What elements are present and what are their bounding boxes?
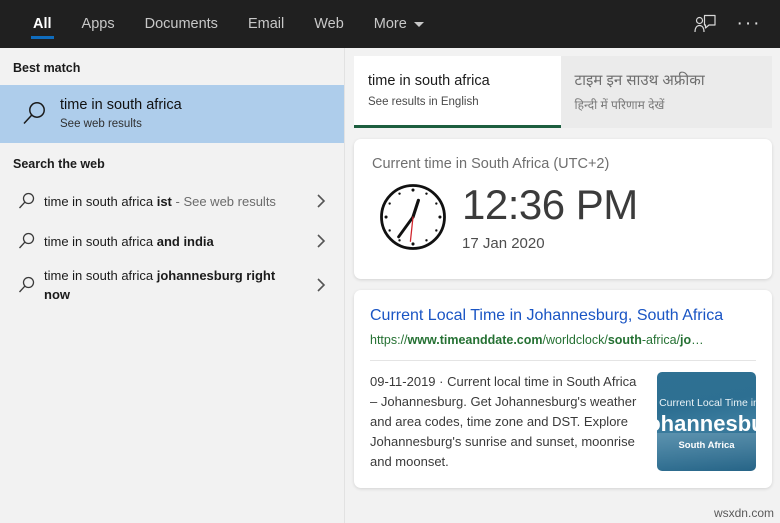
nav-tab-more-label: More [373,16,407,32]
search-icon [18,192,34,208]
suggestion-prefix: time in south africa [44,268,157,283]
url-part: https:// [370,333,408,347]
nav-tab-web-label: Web [314,16,344,32]
feedback-button[interactable] [688,7,722,41]
language-tab-hindi-title: टाइम इन साउथ अफ्रीका [574,72,705,89]
nav-tab-web[interactable]: Web [299,0,359,48]
web-result-thumbnail[interactable]: Current Local Time in Johannesburg South… [657,372,756,471]
header-action-group: ··· [688,0,780,48]
suggestion-chevron-wrap[interactable] [304,233,338,249]
nav-tab-all[interactable]: All [18,0,67,48]
time-texts: 12:36 PM 17 Jan 2020 [454,181,638,253]
url-part: south [607,333,642,347]
web-result-card: Current Local Time in Johannesburg, Sout… [354,290,772,488]
search-suggestion-item[interactable]: time in south africa johannesburg right … [0,261,344,309]
search-icon [23,102,45,125]
web-result-title[interactable]: Current Local Time in Johannesburg, Sout… [370,305,756,326]
nav-tab-email-label: Email [247,16,285,32]
suggestion-text: time in south africa johannesburg right … [44,266,304,304]
best-match-subtitle: See web results [60,117,142,130]
language-tab-list: time in south africa See results in Engl… [354,56,772,128]
suggestion-prefix: time in south africa [44,233,157,249]
current-date-value: 17 Jan 2020 [462,235,545,252]
suggestion-icon-wrap [8,232,44,251]
nav-tab-list: All Apps Documents Email Web More [0,0,439,48]
chevron-right-icon [317,278,326,292]
suggestion-icon-wrap [8,276,44,295]
web-preview-pane: time in south africa See results in Engl… [345,48,780,523]
best-match-title: time in south africa [60,96,182,113]
chevron-down-icon [413,21,424,27]
suggestion-suffix: - See web results [171,193,276,209]
nav-tab-email[interactable]: Email [233,0,299,48]
language-tab-english-title: time in south africa [368,73,490,89]
results-sidebar: Best match time in south africa See web … [0,48,345,523]
top-nav-bar: All Apps Documents Email Web More ··· [0,0,780,48]
search-web-heading: Search the web [13,157,105,171]
content-area: Best match time in south africa See web … [0,48,780,523]
header-spacer [439,0,688,48]
analog-clock-icon [380,184,446,250]
search-icon [18,276,34,292]
nav-tab-apps[interactable]: Apps [67,0,130,48]
search-flyout: All Apps Documents Email Web More ··· Be… [0,0,780,523]
suggestion-text: time in south africa ist - See web resul… [44,192,304,211]
search-suggestion-item[interactable]: time in south africa and india [0,221,344,261]
time-card-title: Current time in South Africa (UTC+2) [372,156,610,172]
thumbnail-line-2: Johannesburg [657,411,756,436]
suggestion-prefix: time in south africa [44,193,157,209]
url-part: -africa/ [641,333,681,347]
thumbnail-line-3: South Africa [678,440,735,451]
nav-tab-apps-label: Apps [81,16,115,32]
more-options-button[interactable]: ··· [732,7,766,41]
best-match-text: time in south africa See web results [60,97,182,132]
chevron-right-icon [317,234,326,248]
suggestion-chevron-wrap[interactable] [304,193,338,209]
url-part: … [691,333,704,347]
thumbnail-line-1: Current Local Time in [659,397,756,409]
language-tab-english-subtitle: See results in English [368,96,479,108]
suggestion-bold: and india [156,233,214,249]
search-icon [18,232,34,248]
search-suggestion-item[interactable]: time in south africa ist - See web resul… [0,181,344,221]
person-feedback-icon [694,14,716,33]
current-time-card: Current time in South Africa (UTC+2) 12:… [354,139,772,279]
best-match-icon-wrap [8,100,60,128]
nav-tab-all-label: All [33,16,52,32]
time-card-body: 12:36 PM 17 Jan 2020 [372,182,754,252]
watermark: wsxdn.com [713,506,774,520]
web-result-url[interactable]: https://www.timeanddate.com/worldclock/s… [370,331,756,349]
clock-wrap [372,182,454,252]
web-result-snippet: 09-11-2019 · Current local time in South… [370,374,637,469]
web-result-body: 09-11-2019 · Current local time in South… [370,372,756,472]
ellipsis-icon: ··· [736,13,762,34]
suggestion-text: time in south africa and india [44,232,304,251]
language-tab-english[interactable]: time in south africa See results in Engl… [354,56,561,128]
language-tab-hindi-subtitle: हिन्दी में परिणाम देखें [574,98,665,112]
suggestion-bold: ist [156,193,172,209]
current-time-value: 12:36 PM [462,181,638,228]
language-tab-hindi[interactable]: टाइम इन साउथ अफ्रीका हिन्दी में परिणाम द… [560,56,772,128]
nav-tab-documents[interactable]: Documents [130,0,233,48]
suggestion-icon-wrap [8,192,44,211]
url-part: /worldclock/ [542,333,608,347]
url-part: jo [680,333,692,347]
url-part: www.timeanddate.com [407,333,543,347]
best-match-item[interactable]: time in south africa See web results [0,85,344,143]
suggestion-chevron-wrap[interactable] [304,277,338,293]
divider [370,360,756,361]
best-match-heading: Best match [13,61,81,75]
chevron-right-icon [317,194,326,208]
nav-tab-documents-label: Documents [144,16,218,32]
nav-tab-more[interactable]: More [359,0,439,48]
